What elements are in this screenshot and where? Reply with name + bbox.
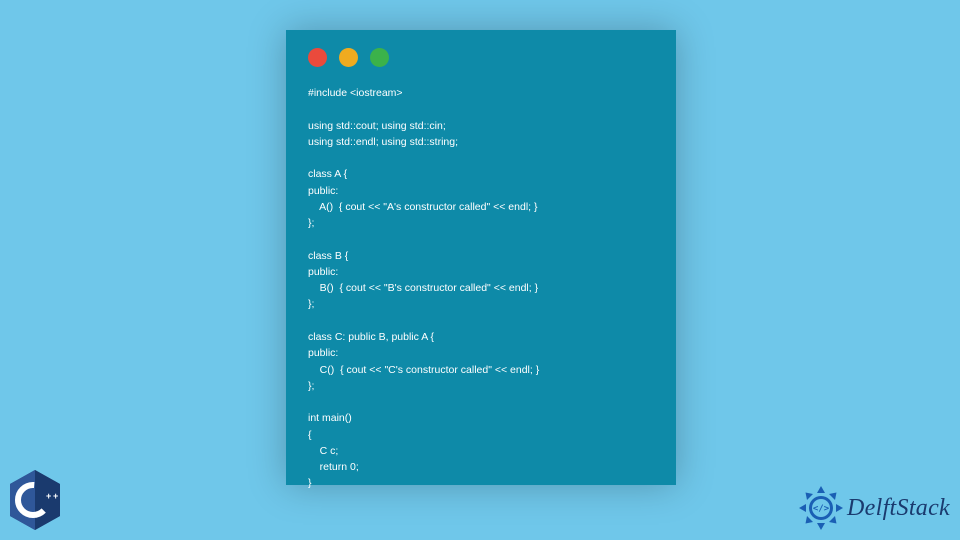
svg-text:+: + — [46, 491, 51, 501]
delftstack-text: DelftStack — [847, 495, 950, 522]
svg-text:+: + — [53, 491, 58, 501]
svg-text:</>: </> — [813, 504, 830, 514]
delftstack-branding: </> DelftStack — [797, 484, 950, 532]
code-window: #include <iostream> using std::cout; usi… — [286, 30, 676, 485]
close-icon[interactable] — [308, 48, 327, 67]
cpp-logo-icon: + + — [6, 468, 64, 532]
minimize-icon[interactable] — [339, 48, 358, 67]
code-block: #include <iostream> using std::cout; usi… — [308, 85, 654, 492]
traffic-lights — [308, 48, 654, 67]
maximize-icon[interactable] — [370, 48, 389, 67]
delftstack-badge-icon: </> — [797, 484, 845, 532]
